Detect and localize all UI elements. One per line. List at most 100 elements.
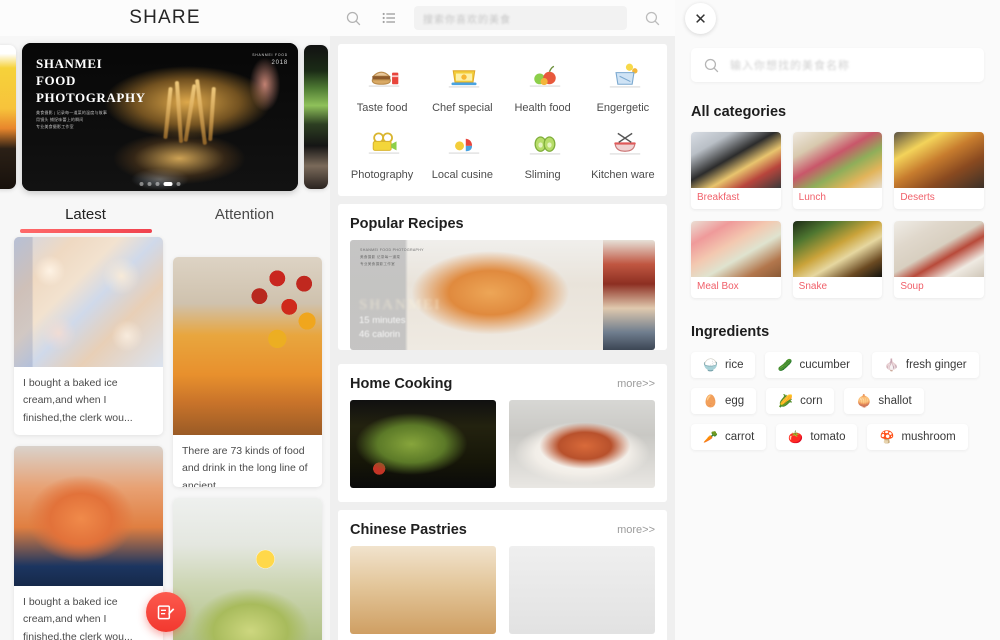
breakfast-thumbnail: [691, 132, 781, 188]
deserts-thumbnail: [894, 132, 984, 188]
list-menu-icon[interactable]: [378, 7, 400, 29]
banner-next-thumbnail[interactable]: [304, 45, 328, 189]
list-item[interactable]: I bought a baked ice cream,and when I fi…: [14, 446, 163, 640]
mealbox-thumbnail: [691, 221, 781, 277]
post-image: [173, 498, 322, 640]
search-icon[interactable]: [342, 7, 364, 29]
category-kitchen-ware[interactable]: Kitchen ware: [583, 123, 663, 186]
search-submit-icon[interactable]: [641, 7, 663, 29]
category-taste-food[interactable]: Taste food: [342, 56, 422, 119]
category-label: Photography: [350, 169, 414, 181]
carousel-dot-active[interactable]: [163, 182, 173, 186]
list-item[interactable]: I bought a baked ice cream,and when I fi…: [14, 237, 163, 435]
carousel-dot[interactable]: [147, 182, 152, 186]
home-cooking-header: Home Cooking more>>: [338, 364, 667, 400]
ingredient-chip-tomato[interactable]: 🍅 tomato: [776, 424, 858, 450]
mushroom-icon: 🍄: [879, 430, 895, 444]
carousel-dot[interactable]: [155, 182, 160, 186]
category-photography[interactable]: Photography: [342, 123, 422, 186]
section-title: Home Cooking: [350, 376, 453, 392]
ingredient-chip-mushroom[interactable]: 🍄 mushroom: [867, 424, 968, 450]
search-icon: [704, 58, 719, 72]
category-search-input[interactable]: 输入你想找的美食名称: [691, 48, 984, 82]
snake-thumbnail: [792, 221, 883, 277]
banner-prev-image: [0, 45, 16, 189]
category-engergetic[interactable]: Engergetic: [583, 56, 663, 119]
search-input[interactable]: 搜索你喜欢的美食: [414, 6, 627, 30]
more-link[interactable]: more>>: [617, 378, 655, 390]
corn-icon: 🌽: [778, 394, 794, 408]
ingredient-chip-corn[interactable]: 🌽 corn: [766, 388, 835, 414]
category-local-cusine[interactable]: Local cusine: [422, 123, 502, 186]
recipe-thumbnail[interactable]: [509, 546, 655, 634]
list-item[interactable]: There are 73 kinds of food and drink in …: [173, 257, 322, 488]
category-label: Local cusine: [431, 169, 493, 181]
tab-latest-label: Latest: [65, 206, 106, 223]
banner-active-slide[interactable]: SHANMEI FOOD PHOTOGRAPHY 美食摄影 | 记录每一道菜的温…: [22, 43, 298, 191]
post-caption: I bought a baked ice cream,and when I fi…: [23, 377, 133, 424]
carousel-dot[interactable]: [139, 182, 144, 186]
category-card-soup[interactable]: Soup: [894, 221, 984, 298]
feed-column-left: I bought a baked ice cream,and when I fi…: [14, 237, 163, 640]
ingredient-chip-egg[interactable]: 🥚 egg: [691, 388, 757, 414]
list-item[interactable]: [173, 498, 322, 640]
tab-attention[interactable]: Attention: [165, 206, 324, 233]
banner-prev-thumbnail[interactable]: [0, 45, 16, 189]
ginger-icon: 🧄: [883, 358, 899, 372]
carrot-icon: 🥕: [703, 430, 718, 444]
ingredients-title: Ingredients: [691, 324, 770, 340]
burger-icon: [362, 61, 402, 95]
more-link[interactable]: more>>: [617, 524, 655, 536]
recipe-thumbnail[interactable]: [350, 546, 496, 634]
banner-carousel[interactable]: SHANMEI FOOD PHOTOGRAPHY 美食摄影 | 记录每一道菜的温…: [0, 42, 330, 192]
ingredient-chip-rice[interactable]: 🍚 rice: [691, 352, 756, 378]
banner-corner-block: SHANMEI FOOD 2018: [252, 53, 288, 66]
shallot-icon: 🧅: [856, 394, 872, 408]
banner-line-2: FOOD: [36, 73, 76, 89]
middle-discover-column: 搜索你喜欢的美食 Taste food Chef special Health …: [330, 0, 675, 640]
banner-corner-label: SHANMEI FOOD: [252, 53, 288, 57]
post-caption: I bought a baked ice cream,and when I fi…: [23, 596, 133, 640]
cookware-icon: [603, 128, 643, 162]
ingredient-chip-fresh-ginger[interactable]: 🧄 fresh ginger: [871, 352, 979, 378]
category-chef-special[interactable]: Chef special: [422, 56, 502, 119]
category-card-breakfast[interactable]: Breakfast: [691, 132, 781, 209]
ingredient-label: carrot: [724, 431, 755, 443]
category-card-label: Deserts: [900, 192, 935, 203]
ingredient-label: cucumber: [799, 359, 850, 371]
ingredient-chip-shallot[interactable]: 🧅 shallot: [844, 388, 924, 414]
tab-latest[interactable]: Latest: [6, 206, 165, 233]
popular-overlay: SHANMEI 15 minutes 46 calorin: [359, 297, 441, 343]
category-sliming[interactable]: Sliming: [503, 123, 583, 186]
chinese-pastries-header: Chinese Pastries more>>: [338, 510, 667, 546]
post-caption: There are 73 kinds of food and drink in …: [182, 445, 308, 488]
category-card-snake[interactable]: Snake: [792, 221, 883, 298]
category-card-deserts[interactable]: Deserts: [894, 132, 984, 209]
ingredient-label: shallot: [878, 395, 912, 407]
popular-recipe-card[interactable]: SHANMEI FOOD PHOTOGRAPHY 美食摄影 记录每一道菜 专业美…: [350, 240, 655, 350]
feed-tabs: Latest Attention: [0, 206, 330, 233]
category-card-lunch[interactable]: Lunch: [792, 132, 883, 209]
banner-corner-year: 2018: [271, 60, 288, 66]
category-health-food[interactable]: Health food: [503, 56, 583, 119]
carousel-dot[interactable]: [176, 182, 181, 186]
lunch-thumbnail: [792, 132, 883, 188]
ingredient-chip-carrot[interactable]: 🥕 carrot: [691, 424, 767, 450]
close-button[interactable]: ✕: [685, 3, 716, 34]
category-card-label: Snake: [798, 281, 828, 292]
ingredient-chip-cucumber[interactable]: 🥒 cucumber: [765, 352, 862, 378]
left-header: SHARE: [0, 0, 330, 36]
compose-fab-button[interactable]: [146, 592, 186, 632]
app-root: SHARE SHANMEI FOOD PHOTOGRAPHY 美食摄影 | 记录…: [0, 0, 1000, 640]
tomato-icon: 🍅: [788, 430, 804, 444]
home-cooking-panel: Home Cooking more>>: [338, 364, 667, 502]
tab-attention-label: Attention: [214, 206, 275, 223]
cucumber-icon: 🥒: [777, 358, 793, 372]
recipe-thumbnail[interactable]: [350, 400, 496, 488]
close-icon: ✕: [694, 10, 707, 28]
category-card-meal-box[interactable]: Meal Box: [691, 221, 781, 298]
category-label: Engergetic: [596, 102, 650, 114]
recipe-thumbnail[interactable]: [509, 400, 655, 488]
avocado-icon: [523, 128, 563, 162]
carousel-dots[interactable]: [139, 182, 181, 186]
